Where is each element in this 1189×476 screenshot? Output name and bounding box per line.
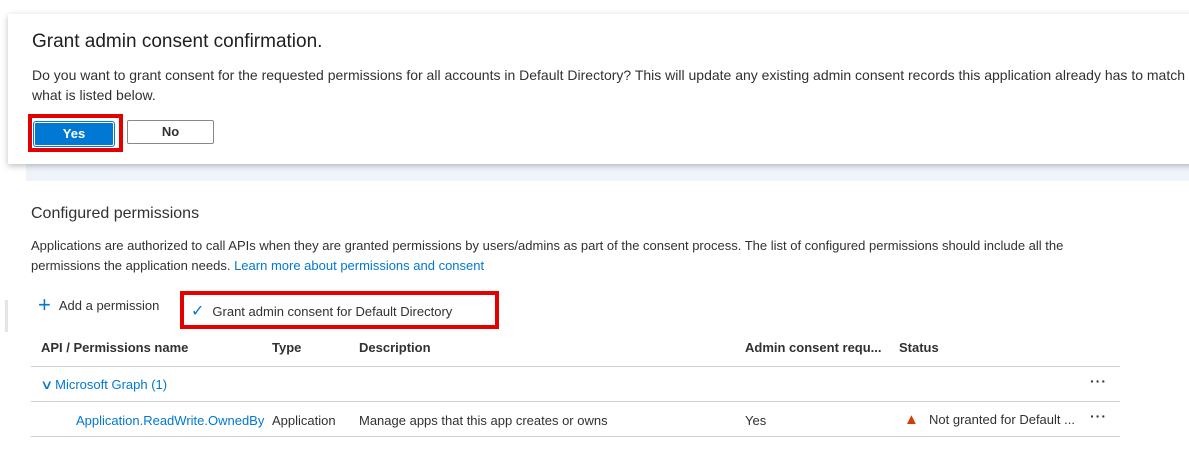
group-label: Microsoft Graph (1) bbox=[55, 377, 168, 392]
learn-more-link[interactable]: Learn more about permissions and consent bbox=[234, 258, 484, 273]
status-text: Not granted for Default ... bbox=[929, 412, 1075, 427]
chevron-down-icon: ∨ bbox=[40, 377, 54, 392]
header-description[interactable]: Description bbox=[359, 340, 431, 355]
description-text: Applications are authorized to call APIs… bbox=[31, 238, 1064, 273]
section-title: Configured permissions bbox=[31, 205, 200, 222]
more-options-icon[interactable]: ··· bbox=[1090, 373, 1107, 389]
dialog-title: Grant admin consent confirmation. bbox=[32, 31, 323, 52]
divider bbox=[31, 436, 1120, 437]
header-status[interactable]: Status bbox=[899, 340, 939, 355]
admin-consent-required: Yes bbox=[745, 413, 767, 428]
header-admin-consent[interactable]: Admin consent requ... bbox=[745, 340, 882, 355]
more-options-icon[interactable]: ··· bbox=[1090, 408, 1107, 424]
permission-link[interactable]: Application.ReadWrite.OwnedBy bbox=[76, 413, 264, 428]
no-button[interactable]: No bbox=[127, 120, 214, 144]
add-permission-label: Add a permission bbox=[58, 297, 160, 313]
grant-label: Grant admin consent for Default Director… bbox=[212, 303, 453, 319]
add-permission-button[interactable]: + Add a permission bbox=[38, 292, 160, 317]
header-type[interactable]: Type bbox=[272, 340, 301, 355]
warning-icon: ▲ bbox=[904, 411, 919, 428]
dialog-message: Do you want to grant consent for the req… bbox=[32, 67, 1186, 103]
grant-admin-consent-button[interactable]: ✓ Grant admin consent for Default Direct… bbox=[191, 301, 452, 321]
plus-icon: + bbox=[38, 292, 51, 317]
permission-type: Application bbox=[272, 413, 336, 428]
divider bbox=[31, 401, 1120, 402]
divider bbox=[31, 366, 1120, 367]
group-microsoft-graph[interactable]: ∨ Microsoft Graph (1) bbox=[40, 377, 168, 393]
permission-description: Manage apps that this app creates or own… bbox=[359, 413, 608, 428]
yes-button[interactable]: Yes bbox=[33, 121, 115, 147]
checkmark-icon: ✓ bbox=[191, 303, 205, 320]
section-description: Applications are authorized to call APIs… bbox=[31, 236, 1121, 276]
header-api-name[interactable]: API / Permissions name bbox=[41, 340, 188, 355]
side-scroll-indicator bbox=[5, 300, 8, 332]
